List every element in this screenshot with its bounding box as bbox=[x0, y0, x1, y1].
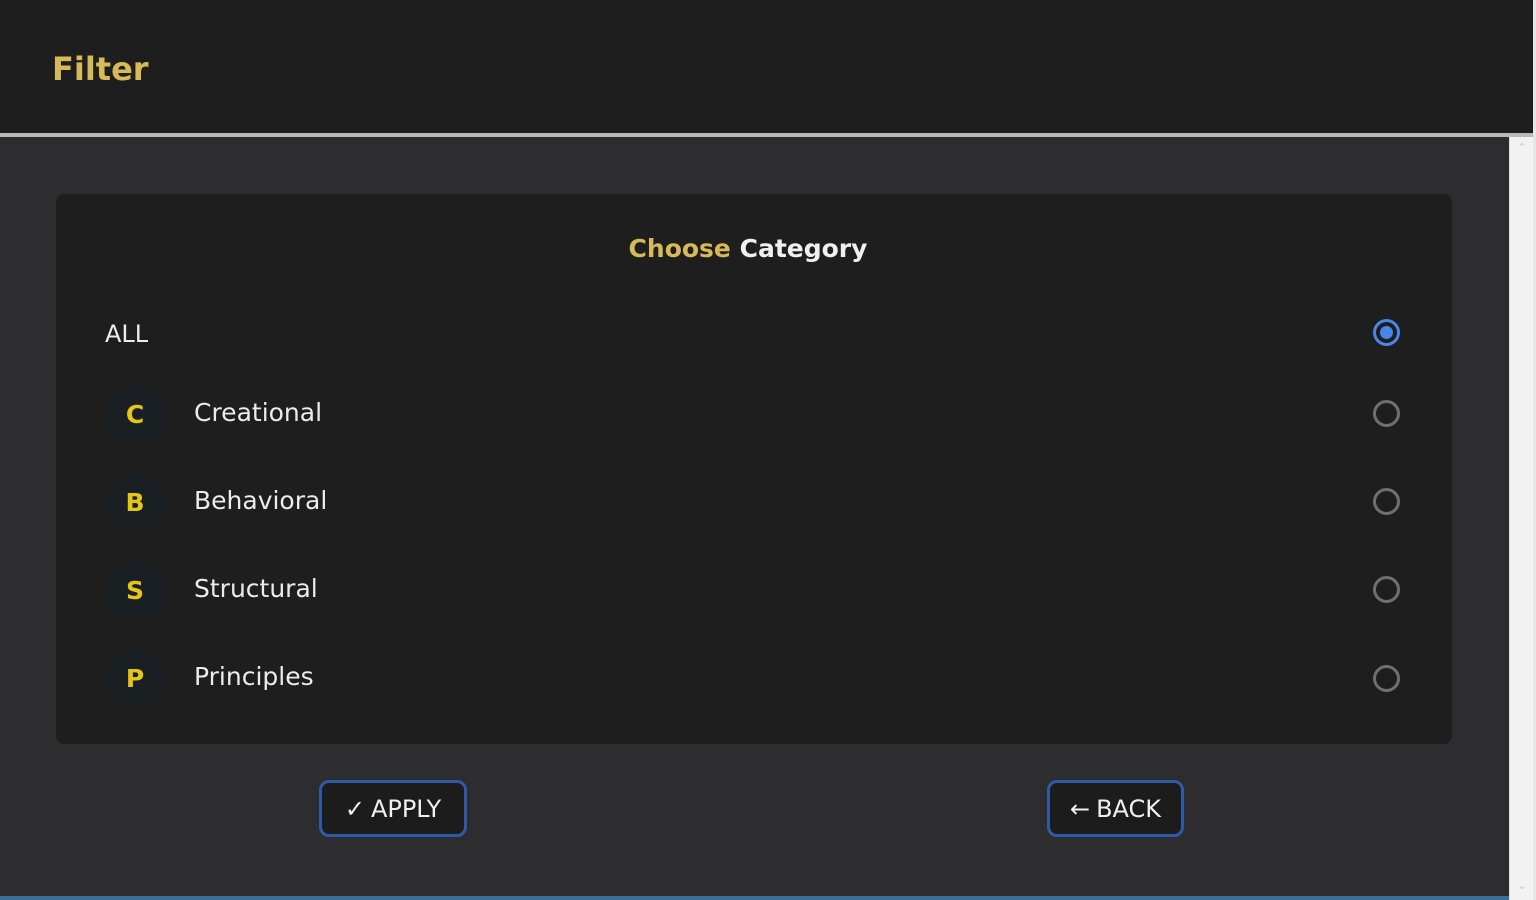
radio-behavioral[interactable] bbox=[1373, 488, 1400, 515]
option-row-behavioral[interactable]: B Behavioral bbox=[105, 472, 1405, 532]
vertical-scrollbar[interactable]: ⌃ ⌄ bbox=[1509, 137, 1533, 900]
option-row-creational[interactable]: C Creational bbox=[105, 384, 1405, 444]
behavioral-letter-icon: B bbox=[105, 472, 165, 532]
scroll-up-icon[interactable]: ⌃ bbox=[1515, 141, 1529, 155]
apply-button-label: APPLY bbox=[370, 794, 442, 823]
creational-letter-icon: C bbox=[105, 384, 165, 444]
apply-button[interactable]: ✓ APPLY bbox=[319, 780, 467, 837]
option-all-label: ALL bbox=[105, 320, 149, 348]
option-label-structural: Structural bbox=[194, 574, 318, 603]
card-title-category: Category bbox=[739, 234, 868, 263]
arrow-left-icon: ← bbox=[1069, 794, 1091, 823]
option-label-principles: Principles bbox=[194, 662, 314, 691]
card-title: Choose Category bbox=[0, 234, 1496, 263]
check-icon: ✓ bbox=[344, 794, 365, 823]
header-bar: Filter bbox=[0, 0, 1533, 133]
radio-principles[interactable] bbox=[1373, 665, 1400, 692]
structural-letter-icon: S bbox=[105, 560, 165, 620]
option-row-principles[interactable]: P Principles bbox=[105, 648, 1405, 708]
back-button-label: BACK bbox=[1096, 794, 1162, 823]
option-label-creational: Creational bbox=[194, 398, 323, 427]
card-title-choose: Choose bbox=[628, 234, 731, 263]
radio-structural[interactable] bbox=[1373, 576, 1400, 603]
option-row-structural[interactable]: S Structural bbox=[105, 560, 1405, 620]
page-title: Filter bbox=[52, 50, 149, 88]
scroll-down-icon[interactable]: ⌄ bbox=[1515, 879, 1529, 893]
principles-letter-icon: P bbox=[105, 648, 165, 708]
radio-selected-dot bbox=[1380, 326, 1393, 339]
radio-creational[interactable] bbox=[1373, 400, 1400, 427]
bottom-border bbox=[0, 896, 1509, 900]
option-label-behavioral: Behavioral bbox=[194, 486, 328, 515]
back-button[interactable]: ← BACK bbox=[1047, 780, 1184, 837]
radio-all[interactable] bbox=[1373, 319, 1400, 346]
